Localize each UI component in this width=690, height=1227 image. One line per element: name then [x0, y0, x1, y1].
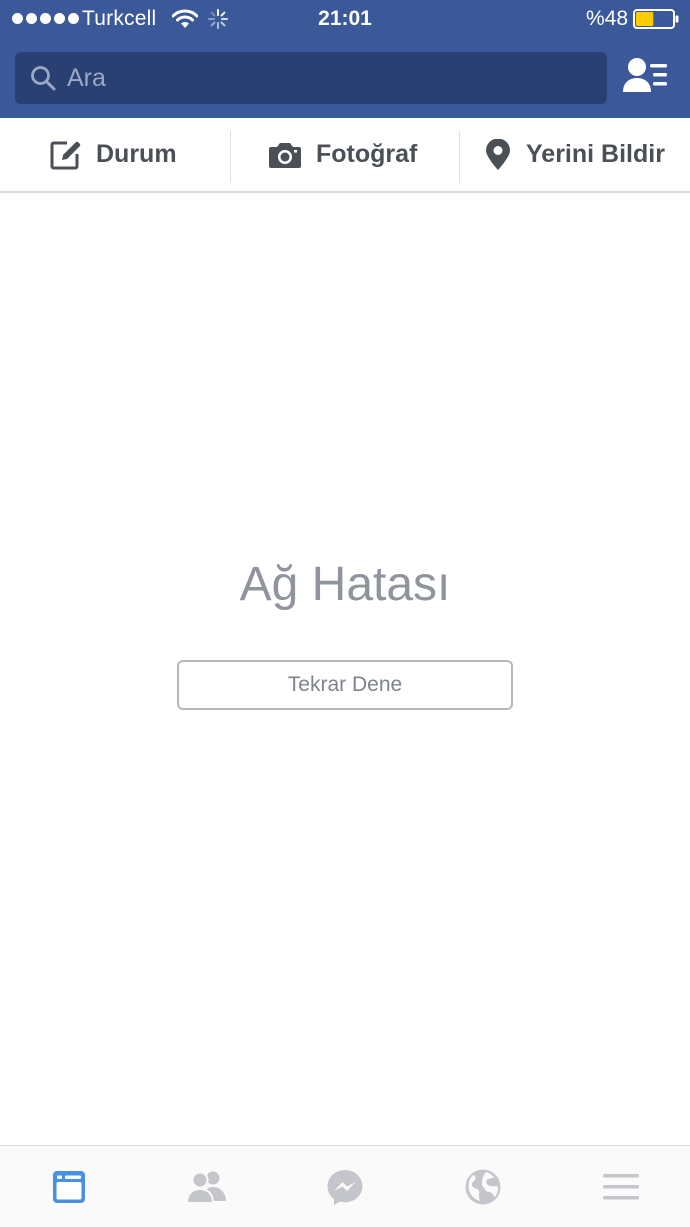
tab-news-feed[interactable] [0, 1146, 138, 1227]
edit-icon [50, 141, 81, 169]
composer-bar: Durum Fotoğraf Yerini Bildir [0, 118, 690, 193]
composer-divider [230, 131, 231, 183]
retry-button[interactable]: Tekrar Dene [177, 660, 513, 710]
camera-icon [269, 142, 301, 168]
status-label: Durum [96, 140, 177, 168]
friend-requests-button[interactable] [622, 56, 670, 98]
search-icon [31, 66, 56, 91]
tab-notifications[interactable] [414, 1146, 552, 1227]
news-feed-icon [53, 1171, 85, 1203]
facebook-screen: Turkcell 21:01 %48 Ara Durum Fotoğraf Ye… [0, 0, 690, 1227]
friend-requests-icon [623, 58, 667, 92]
search-input[interactable] [67, 52, 587, 104]
status-button[interactable]: Durum [50, 118, 177, 191]
composer-divider [459, 131, 460, 183]
photo-label: Fotoğraf [316, 140, 418, 168]
tab-menu[interactable] [552, 1146, 690, 1227]
globe-icon [465, 1169, 501, 1205]
battery-percent: %48 [585, 7, 628, 30]
tab-messenger[interactable] [276, 1146, 414, 1227]
location-pin-icon [486, 138, 510, 170]
tab-friends[interactable] [138, 1146, 276, 1227]
photo-button[interactable]: Fotoğraf [268, 118, 417, 191]
check-in-button[interactable]: Yerini Bildir [484, 118, 665, 191]
network-error-title: Ağ Hatası [239, 558, 451, 611]
messenger-icon [327, 1170, 363, 1205]
menu-icon [603, 1174, 639, 1200]
search-bar[interactable] [15, 52, 607, 104]
header: Turkcell 21:01 %48 [0, 0, 690, 118]
status-bar: Turkcell 21:01 %48 [0, 0, 690, 40]
battery-icon [633, 9, 679, 29]
tab-bar [0, 1145, 690, 1227]
friends-icon [186, 1171, 226, 1204]
check-in-label: Yerini Bildir [526, 140, 665, 168]
